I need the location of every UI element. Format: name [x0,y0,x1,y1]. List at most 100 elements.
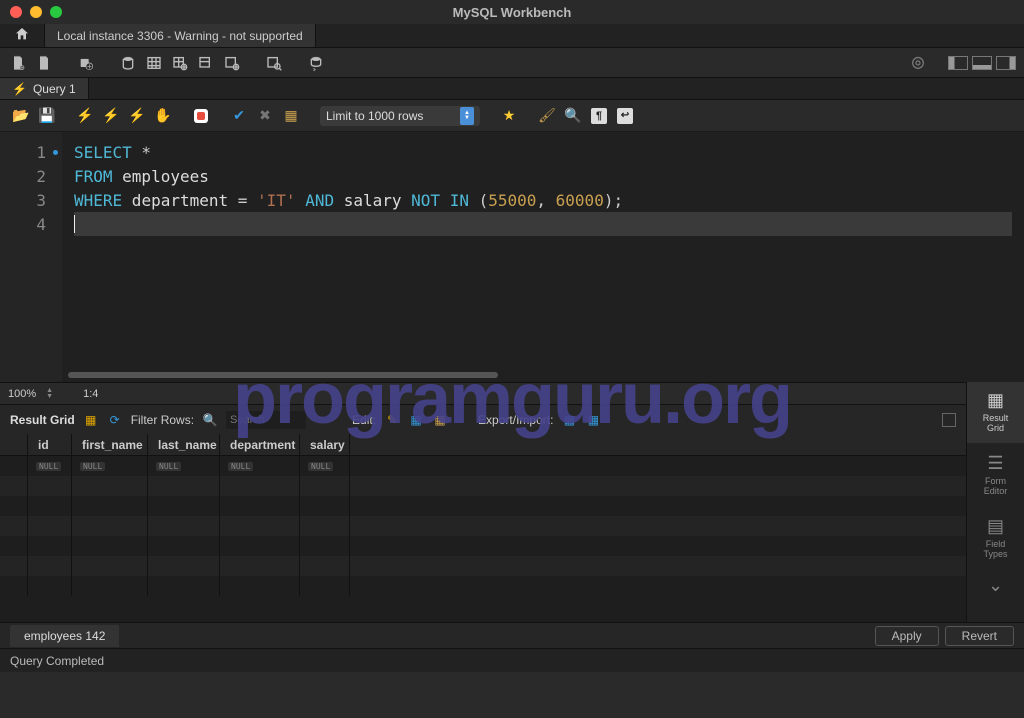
null-value: NULL [156,462,181,471]
panel-toggles [948,56,1016,70]
open-sql-file-icon[interactable] [34,53,54,73]
side-label: Field Types [983,539,1007,559]
table-row[interactable] [0,496,966,516]
query-tab-1[interactable]: ⚡ Query 1 [0,78,89,99]
delete-row-icon[interactable]: ▦ [432,412,448,428]
code-area[interactable]: SELECT * FROM employees WHERE department… [62,132,1024,382]
pin-panel-icon[interactable] [942,413,956,427]
column-header[interactable]: salary [300,434,350,455]
connection-tab[interactable]: Local instance 3306 - Warning - not supp… [45,24,316,47]
view-icon[interactable] [196,53,216,73]
result-bottom-bar: employees 142 Apply Revert [0,622,1024,648]
stop-on-error-icon[interactable] [192,107,210,125]
null-value: NULL [36,462,61,471]
query-tab-label: Query 1 [33,82,76,96]
side-field-types[interactable]: ▤ Field Types [967,506,1024,569]
table-row[interactable] [0,476,966,496]
export-icon[interactable]: ▦ [561,412,577,428]
side-form-editor[interactable]: ☰ Form Editor [967,443,1024,506]
invisible-chars-icon[interactable]: ¶ [590,107,608,125]
bolt-icon: ⚡ [12,82,27,96]
result-grid-label: Result Grid [10,413,75,427]
home-tab[interactable] [0,24,45,47]
line-number: 1 [0,140,62,164]
gear-icon[interactable] [908,53,928,73]
commit-icon[interactable]: ✔ [230,107,248,125]
result-tab[interactable]: employees 142 [10,625,119,647]
sql-editor[interactable]: 1 2 3 4 SELECT * FROM employees WHERE de… [0,132,1024,382]
bottom-panel-toggle[interactable] [972,56,992,70]
scrollbar-thumb[interactable] [68,372,498,378]
result-toolbar: Result Grid ▦ ⟳ Filter Rows: 🔍 Edit: ✎ ▦… [0,404,966,434]
apply-button[interactable]: Apply [875,626,939,646]
query-tabs: ⚡ Query 1 [0,78,1024,100]
table-icon-1[interactable] [144,53,164,73]
column-header[interactable]: first_name [72,434,148,455]
revert-button[interactable]: Revert [945,626,1014,646]
side-result-grid[interactable]: ▦ Result Grid [967,380,1024,443]
line-number: 4 [0,212,62,236]
stepper-icon: ▲▼ [460,107,474,125]
row-limit-select[interactable]: Limit to 1000 rows ▲▼ [320,106,480,126]
server-admin-icon[interactable] [76,53,96,73]
table-row[interactable] [0,536,966,556]
side-label: Result Grid [983,413,1009,433]
word-wrap-icon[interactable]: ↩ [616,107,634,125]
search-table-icon[interactable] [264,53,284,73]
grid-icon: ▦ [987,390,1004,411]
execute-icon[interactable]: ⚡ [76,107,94,125]
statement-marker-icon [53,150,58,155]
routine-icon[interactable] [222,53,242,73]
null-value: NULL [80,462,105,471]
column-header[interactable]: last_name [148,434,220,455]
table-plus-icon[interactable] [170,53,190,73]
column-header[interactable]: department [220,434,300,455]
column-header[interactable]: id [28,434,72,455]
stop-icon[interactable]: ✋ [154,107,172,125]
right-panel-toggle[interactable] [996,56,1016,70]
chevron-down-icon[interactable]: ⌄ [988,569,1003,602]
refresh-icon[interactable]: ⟳ [107,412,123,428]
connection-tab-label: Local instance 3306 - Warning - not supp… [57,29,303,43]
grid-header: id first_name last_name department salar… [0,434,966,456]
table-row[interactable] [0,576,966,596]
window-title: MySQL Workbench [0,5,1024,20]
editor-scrollbar[interactable] [62,368,1024,382]
execute-current-icon[interactable]: ⚡ [102,107,120,125]
table-row[interactable]: NULL NULL NULL NULL NULL [0,456,966,476]
grid-view-icon[interactable]: ▦ [83,412,99,428]
null-value: NULL [228,462,253,471]
home-icon [14,26,30,45]
edit-label: Edit: [352,413,376,427]
add-row-icon[interactable]: ▦ [408,412,424,428]
db-reconnect-icon[interactable] [306,53,326,73]
beautify-icon[interactable]: 🖌 [538,107,556,125]
edit-row-icon[interactable]: ✎ [384,412,400,428]
line-number: 2 [0,164,62,188]
autocommit-icon[interactable]: ▦ [282,107,300,125]
result-tab-label: employees 142 [24,629,105,643]
find-icon[interactable]: 🔍 [564,107,582,125]
zoom-stepper-icon[interactable]: ▲▼ [46,388,53,400]
table-row[interactable] [0,556,966,576]
zoom-bar: 100% ▲▼ 1:4 [0,382,1024,404]
result-grid[interactable]: id first_name last_name department salar… [0,434,966,622]
left-panel-toggle[interactable] [948,56,968,70]
favorite-icon[interactable]: ★ [500,107,518,125]
connection-tabs: Local instance 3306 - Warning - not supp… [0,24,1024,48]
open-script-icon[interactable]: 📂 [12,107,30,125]
filter-rows-input[interactable] [226,411,306,429]
row-limit-label: Limit to 1000 rows [326,109,423,123]
import-icon[interactable]: ▦ [585,412,601,428]
db-icon-1[interactable] [118,53,138,73]
types-icon: ▤ [987,516,1004,537]
explain-icon[interactable]: ⚡ [128,107,146,125]
table-row[interactable] [0,516,966,536]
cursor-position: 1:4 [83,388,98,400]
line-gutter: 1 2 3 4 [0,132,62,382]
new-sql-file-icon[interactable] [8,53,28,73]
title-bar: MySQL Workbench [0,0,1024,24]
rollback-icon[interactable]: ✖ [256,107,274,125]
grid-body[interactable]: NULL NULL NULL NULL NULL [0,456,966,622]
save-script-icon[interactable]: 💾 [38,107,56,125]
